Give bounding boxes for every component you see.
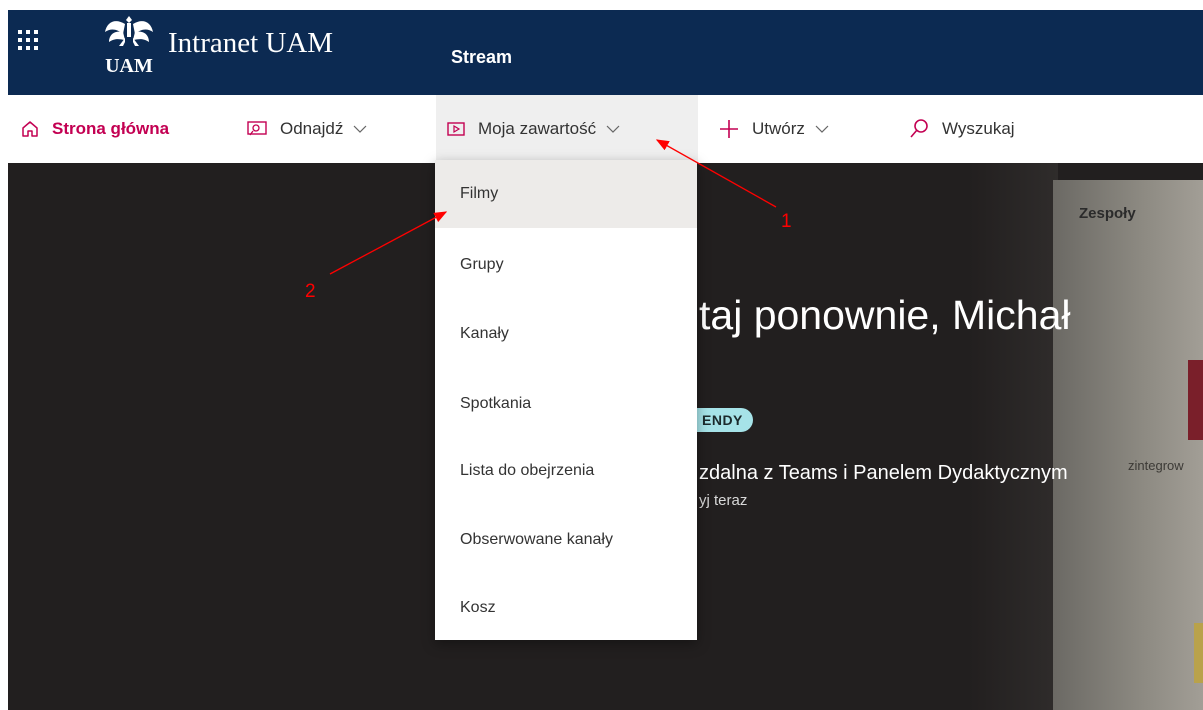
app-title[interactable]: Stream [451, 46, 512, 68]
video-icon [447, 122, 465, 136]
nav-search-label: Wyszukaj [942, 119, 1015, 138]
stream-nav-bar: Strona główna Odnajdź Moja zawartość Utw… [8, 95, 1203, 163]
nav-search[interactable]: Wyszukaj [908, 95, 1015, 163]
hero-red-block [1188, 360, 1203, 440]
nav-home-label: Strona główna [52, 119, 170, 138]
plus-icon [720, 120, 738, 138]
featured-video-action[interactable]: yj teraz [699, 491, 747, 511]
home-icon [22, 121, 38, 137]
annotation-label-2: 2 [305, 281, 316, 302]
chevron-down-icon [353, 125, 367, 133]
annotation-label-1: 1 [781, 211, 792, 232]
chevron-down-icon [815, 125, 829, 133]
menu-item-followed-channels[interactable]: Obserwowane kanały [435, 506, 697, 574]
nav-discover-label: Odnajdź [280, 119, 344, 138]
nav-my-content[interactable]: Moja zawartość [436, 95, 698, 163]
hero-gradient [968, 163, 1058, 710]
menu-item-recycle-bin[interactable]: Kosz [435, 574, 697, 642]
featured-video-title[interactable]: zdalna z Teams i Panelem Dydaktycznym [699, 460, 1068, 486]
nav-my-content-label: Moja zawartość [478, 119, 597, 138]
svg-text:UAM: UAM [105, 55, 153, 76]
menu-item-videos[interactable]: Filmy [435, 160, 697, 228]
welcome-title: taj ponownie, Michał [699, 292, 1071, 338]
hero-card-label: Zespoły [1079, 205, 1136, 222]
trending-badge: ENDY [688, 408, 753, 432]
nav-create[interactable]: Utwórz [718, 95, 829, 163]
discover-icon [247, 121, 267, 136]
menu-item-channels[interactable]: Kanały [435, 300, 697, 368]
search-icon [910, 119, 928, 138]
menu-item-watchlist[interactable]: Lista do obejrzenia [435, 437, 697, 505]
hero-yellow-block [1194, 623, 1203, 683]
my-content-dropdown: Filmy Grupy Kanały Spotkania Lista do ob… [435, 160, 697, 640]
menu-item-groups[interactable]: Grupy [435, 231, 697, 299]
menu-item-meetings[interactable]: Spotkania [435, 370, 697, 438]
brand-name[interactable]: Intranet UAM [168, 26, 333, 60]
nav-discover[interactable]: Odnajdź [246, 95, 367, 163]
chevron-down-icon [606, 125, 620, 133]
nav-home[interactable]: Strona główna [20, 95, 169, 163]
nav-create-label: Utwórz [752, 119, 805, 138]
uam-eagle-emblem-icon[interactable]: UAM [101, 12, 157, 76]
hero-preview-panel [1053, 180, 1203, 710]
app-launcher-waffle-icon[interactable] [16, 28, 42, 54]
suite-header: UAM Intranet UAM Stream [0, 0, 1203, 95]
hero-side-text: zintegrow [1128, 458, 1184, 473]
